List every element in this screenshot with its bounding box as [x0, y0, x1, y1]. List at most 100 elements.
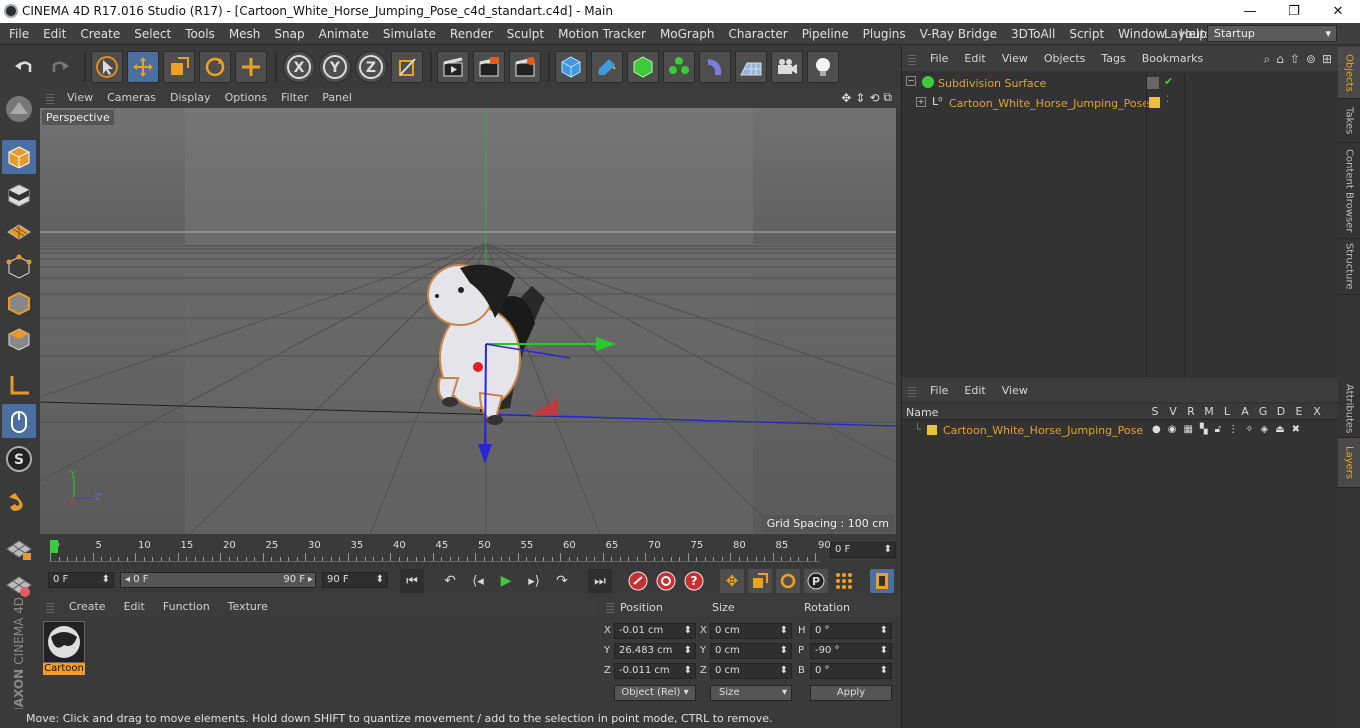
layer-column-x[interactable]: X [1308, 405, 1326, 418]
generators-icon[interactable]: ✧ [1245, 424, 1253, 435]
menu-edit[interactable]: Edit [36, 23, 73, 45]
cloner-button[interactable] [663, 51, 695, 83]
object-menu-view[interactable]: View [994, 47, 1036, 71]
tab-takes[interactable]: Takes [1338, 99, 1360, 143]
layer-color-swatch[interactable] [927, 425, 937, 435]
up-arrow-icon[interactable]: ⇧ [1290, 52, 1300, 66]
home-icon[interactable]: ⌂ [1276, 52, 1284, 66]
key-position-button[interactable]: ✥ [720, 569, 744, 593]
cube-primitive-button[interactable] [555, 51, 587, 83]
layer-column-l[interactable]: L [1218, 405, 1236, 418]
menu-render[interactable]: Render [443, 23, 500, 45]
menu-plugins[interactable]: Plugins [856, 23, 913, 45]
material-menu-function[interactable]: Function [154, 597, 219, 617]
go-to-end-button[interactable]: ⏭ [588, 569, 612, 593]
menu-pipeline[interactable]: Pipeline [795, 23, 856, 45]
locked-workplane-button[interactable] [2, 532, 36, 566]
floor-button[interactable] [735, 51, 767, 83]
layer-menu-file[interactable]: File [922, 380, 956, 402]
layer-menu-view[interactable]: View [994, 380, 1036, 402]
light-button[interactable] [807, 51, 839, 83]
layer-column-v[interactable]: V [1164, 405, 1182, 418]
enabled-check-icon[interactable]: ✔ [1164, 75, 1173, 88]
dolly-view-icon[interactable]: ⇕ [855, 91, 865, 105]
points-mode-button[interactable] [2, 250, 36, 284]
menu-script[interactable]: Script [1062, 23, 1111, 45]
polygons-mode-button[interactable] [2, 322, 36, 356]
lock-icon[interactable]: 🔓︎ [1215, 424, 1221, 435]
layer-column-e[interactable]: E [1290, 405, 1308, 418]
rotate-tool-button[interactable] [199, 51, 231, 83]
search-icon[interactable]: ⌕ [1263, 52, 1270, 67]
render-settings-button[interactable] [509, 51, 541, 83]
visibility-dots-icon[interactable]: ⁚ [1166, 95, 1169, 105]
workplane-mode-button[interactable] [2, 214, 36, 248]
manager-icon[interactable]: ▚ [1200, 424, 1208, 435]
viewport-menu-display[interactable]: Display [163, 88, 218, 108]
solo-icon[interactable]: ● [1152, 424, 1161, 435]
menu-select[interactable]: Select [127, 23, 178, 45]
minimize-button[interactable]: — [1228, 0, 1272, 23]
perspective-viewport[interactable]: Perspective Y Z Grid Spacing : 100 cm [40, 108, 896, 534]
next-frame-button[interactable]: ▸⟩ [522, 569, 546, 593]
viewport-menu-filter[interactable]: Filter [274, 88, 315, 108]
magnet-button[interactable] [2, 486, 36, 520]
z-axis-lock-button[interactable]: Z [355, 51, 387, 83]
viewport-menu-view[interactable]: View [60, 88, 100, 108]
auto-keying-button[interactable] [654, 569, 678, 593]
live-selection-button[interactable] [91, 51, 123, 83]
previous-frame-button[interactable]: ⟨◂ [466, 569, 490, 593]
tree-row-subdivision-surface[interactable]: − Subdivision Surface ✔ [902, 73, 1339, 93]
size-field[interactable]: 0 cm ⬍ [710, 663, 792, 679]
menu-tools[interactable]: Tools [178, 23, 222, 45]
menu-v-ray-bridge[interactable]: V-Ray Bridge [913, 23, 1004, 45]
position-field[interactable]: -0.011 cm ⬍ [614, 663, 696, 679]
layout-dropdown[interactable]: Startup ▾ [1207, 25, 1337, 42]
undo-button[interactable] [8, 51, 40, 83]
keyframe-selection-button[interactable]: ? [682, 569, 706, 593]
y-axis-lock-button[interactable]: Y [319, 51, 351, 83]
apply-button[interactable]: Apply [810, 685, 892, 701]
frame-range-slider[interactable]: ◂ 0 F 90 F ▸ [120, 572, 316, 588]
play-button[interactable]: ▶ [494, 569, 518, 593]
key-rotation-button[interactable] [776, 569, 800, 593]
viewport-menu-cameras[interactable]: Cameras [100, 88, 163, 108]
size-field[interactable]: 0 cm ⬍ [710, 643, 792, 659]
key-scale-button[interactable] [748, 569, 772, 593]
menu-animate[interactable]: Animate [312, 23, 376, 45]
position-field[interactable]: 26.483 cm ⬍ [614, 643, 696, 659]
menu-character[interactable]: Character [721, 23, 794, 45]
menu-3dtoall[interactable]: 3DToAll [1004, 23, 1062, 45]
size-field[interactable]: 0 cm ⬍ [710, 623, 792, 639]
tree-row-horse-object[interactable]: + L⁰ Cartoon_White_Horse_Jumping_Pose ⁚ [902, 93, 1339, 113]
material-menu-create[interactable]: Create [60, 597, 115, 617]
deformer-button[interactable] [699, 51, 731, 83]
deformers-icon[interactable]: ◈ [1261, 424, 1269, 435]
menu-simulate[interactable]: Simulate [376, 23, 443, 45]
menu-create[interactable]: Create [73, 23, 127, 45]
edges-mode-button[interactable] [2, 286, 36, 320]
material-menu-texture[interactable]: Texture [219, 597, 277, 617]
coordinate-system-button[interactable] [391, 51, 423, 83]
new-view-icon[interactable]: ⊞ [1322, 52, 1332, 66]
rotation-field[interactable]: 0 ° ⬍ [810, 623, 892, 639]
menu-snap[interactable]: Snap [267, 23, 311, 45]
xref-icon[interactable]: ✖ [1292, 424, 1300, 435]
next-key-button[interactable]: ↷ [550, 569, 574, 593]
menu-sculpt[interactable]: Sculpt [500, 23, 551, 45]
object-menu-objects[interactable]: Objects [1036, 47, 1094, 71]
animation-icon[interactable]: ⋮ [1228, 424, 1238, 435]
go-to-start-button[interactable]: ⏮ [400, 569, 424, 593]
layer-column-r[interactable]: R [1182, 405, 1200, 418]
rotation-field[interactable]: 0 ° ⬍ [810, 663, 892, 679]
toggle-views-icon[interactable]: ⧉ [883, 90, 892, 105]
viewport-menu-panel[interactable]: Panel [315, 88, 359, 108]
previous-key-button[interactable]: ↶ [438, 569, 462, 593]
move-view-icon[interactable]: ✥ [841, 91, 851, 105]
tab-structure[interactable]: Structure [1338, 239, 1360, 295]
render-clapper-icon[interactable]: ▦ [1183, 424, 1192, 435]
pen-spline-button[interactable] [591, 51, 623, 83]
key-pla-button[interactable] [832, 569, 856, 593]
layer-column-m[interactable]: M [1200, 405, 1218, 418]
maximize-button[interactable]: ❐ [1272, 0, 1316, 23]
